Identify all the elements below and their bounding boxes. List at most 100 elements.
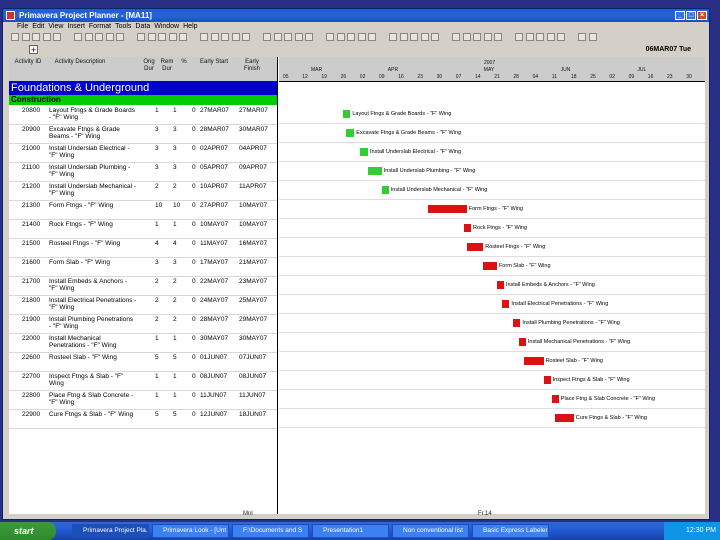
toolbar-icon[interactable] — [74, 33, 82, 41]
col-early-start[interactable]: Early Start — [199, 59, 229, 66]
toolbar-icon[interactable] — [284, 33, 292, 41]
menu-file[interactable]: File — [17, 23, 28, 30]
toolbar-icon[interactable] — [420, 33, 429, 41]
table-row[interactable]: 22900 Cure Ftngs & Slab - "F" Wing 5 5 0 12JU… — [9, 409, 277, 429]
toolbar-icon[interactable] — [263, 33, 271, 41]
col-activity-id[interactable]: Activity ID — [13, 59, 43, 66]
toolbar-icon[interactable] — [357, 33, 366, 41]
taskbar-item[interactable]: F:\Documents and S — [232, 524, 309, 538]
menu-window[interactable]: Window — [154, 23, 179, 30]
toolbar-icon[interactable] — [105, 33, 114, 41]
toolbar-icon[interactable] — [158, 33, 166, 41]
col-activity-desc[interactable]: Activity Description — [49, 59, 111, 66]
toolbar-icon[interactable] — [11, 33, 19, 41]
toolbar-icon[interactable] — [53, 33, 61, 41]
toolbar-icon[interactable] — [42, 33, 51, 41]
table-row[interactable]: 20800 Layout Ftngs & Grade Boards - "F" W… — [9, 105, 277, 125]
gantt-bar[interactable] — [543, 376, 551, 384]
start-button[interactable]: start — [0, 522, 56, 540]
menu-help[interactable]: Help — [183, 23, 197, 30]
toolbar-icon[interactable] — [525, 33, 534, 41]
toolbar-icon[interactable] — [336, 33, 345, 41]
gantt-bar[interactable] — [359, 148, 369, 156]
toolbar-icon[interactable] — [168, 33, 177, 41]
toolbar-icon[interactable] — [242, 33, 250, 41]
menu-format[interactable]: Format — [89, 23, 111, 30]
taskbar-item[interactable]: Presentation1 — [312, 524, 389, 538]
toolbar-icon[interactable] — [221, 33, 229, 41]
toolbar-icon[interactable] — [21, 33, 30, 41]
table-row[interactable]: 22700 Inspect Ftngs & Slab - "F" Wing 1 1 0 0… — [9, 371, 277, 391]
toolbar-icon[interactable] — [137, 33, 145, 41]
toolbar-icon[interactable] — [273, 33, 282, 41]
toolbar-icon[interactable] — [116, 33, 124, 41]
taskbar-item[interactable]: Primavera Look - [Unt — [152, 524, 229, 538]
taskbar-item[interactable]: Basic Express Labeler — [472, 524, 549, 538]
col-rem-dur[interactable]: Rem Dur — [160, 59, 174, 73]
toolbar-icon[interactable] — [410, 33, 418, 41]
toolbar-icon[interactable] — [588, 33, 597, 41]
table-row[interactable]: 21300 Form Ftngs - "F" Wing 10 10 0 27APR07 10… — [9, 200, 277, 220]
menu-data[interactable]: Data — [135, 23, 150, 30]
toolbar-icon[interactable] — [399, 33, 408, 41]
maximize-button[interactable]: □ — [686, 11, 696, 20]
table-row[interactable]: 22800 Place Ftng & Slab Concrete - "F" Wi… — [9, 390, 277, 410]
toolbar-icon[interactable] — [494, 33, 502, 41]
toolbar-icon[interactable] — [95, 33, 103, 41]
col-orig-dur[interactable]: Orig Dur — [142, 59, 156, 73]
toolbar-icon[interactable] — [305, 33, 313, 41]
menu-edit[interactable]: Edit — [32, 23, 44, 30]
toolbar-icon[interactable] — [578, 33, 586, 41]
table-row[interactable]: 21600 Form Slab - "F" Wing 3 3 0 17MAY07 21MAY… — [9, 257, 277, 277]
gantt-bar[interactable] — [502, 300, 510, 308]
toolbar-icon[interactable] — [210, 33, 219, 41]
gantt-bar[interactable] — [464, 224, 472, 232]
toolbar-icon[interactable] — [452, 33, 460, 41]
table-row[interactable]: 21900 Install Plumbing Penetrations - "F"… — [9, 314, 277, 334]
menu-insert[interactable]: Insert — [67, 23, 85, 30]
table-row[interactable]: 21500 Rosteel Ftngs - "F" Wing 4 4 0 11MAY07 1… — [9, 238, 277, 258]
toolbar-icon[interactable] — [326, 33, 334, 41]
gantt-bar[interactable] — [483, 262, 497, 270]
toolbar-icon[interactable] — [483, 33, 492, 41]
toolbar-icon[interactable] — [557, 33, 565, 41]
split-divider[interactable] — [277, 57, 278, 514]
toolbar-icon[interactable] — [462, 33, 471, 41]
toolbar-icon[interactable] — [347, 33, 355, 41]
toolbar-icon[interactable] — [515, 33, 523, 41]
gantt-bar[interactable] — [518, 338, 526, 346]
toolbar-icon[interactable] — [32, 33, 40, 41]
table-row[interactable]: 21800 Install Electrical Penetrations - "… — [9, 295, 277, 315]
toolbar-icon[interactable] — [147, 33, 156, 41]
toolbar-icon[interactable] — [200, 33, 208, 41]
gantt-bar[interactable] — [343, 110, 351, 118]
gantt-bar[interactable] — [551, 395, 559, 403]
toolbar-icon[interactable] — [389, 33, 397, 41]
gantt-bar[interactable] — [428, 205, 467, 213]
close-button[interactable]: × — [697, 11, 707, 20]
expand-button[interactable]: + — [29, 45, 38, 55]
toolbar-icon[interactable] — [179, 33, 187, 41]
gantt-bar[interactable] — [368, 167, 382, 175]
gantt-bar[interactable] — [466, 243, 484, 251]
toolbar-icon[interactable] — [473, 33, 481, 41]
gantt-bar[interactable] — [381, 186, 389, 194]
taskbar-item[interactable]: Primavera Project Pla... — [72, 524, 149, 538]
menu-tools[interactable]: Tools — [115, 23, 131, 30]
table-row[interactable]: 22000 Install Mechanical Penetrations - "… — [9, 333, 277, 353]
minimize-button[interactable]: _ — [675, 11, 685, 20]
table-row[interactable]: 21200 Install Underslab Mechanical - "F" … — [9, 181, 277, 201]
col-pct[interactable]: % — [179, 59, 189, 66]
table-row[interactable]: 21400 Rock Ftngs - "F" Wing 1 1 0 10MAY07 10MA… — [9, 219, 277, 239]
toolbar-icon[interactable] — [431, 33, 439, 41]
gantt-bar[interactable] — [513, 319, 521, 327]
gantt-bar[interactable] — [496, 281, 504, 289]
table-row[interactable]: 21000 Install Underslab Electrical - "F" … — [9, 143, 277, 163]
gantt-bar[interactable] — [346, 129, 355, 137]
table-row[interactable]: 21700 Install Embeds & Anchors - "F" Wing… — [9, 276, 277, 296]
table-row[interactable]: 20900 Excavate Ftngs & Grade Beams - "F" … — [9, 124, 277, 144]
col-early-finish[interactable]: Early Finish — [237, 59, 267, 73]
toolbar-icon[interactable] — [84, 33, 93, 41]
toolbar-icon[interactable] — [294, 33, 303, 41]
toolbar-icon[interactable] — [546, 33, 555, 41]
